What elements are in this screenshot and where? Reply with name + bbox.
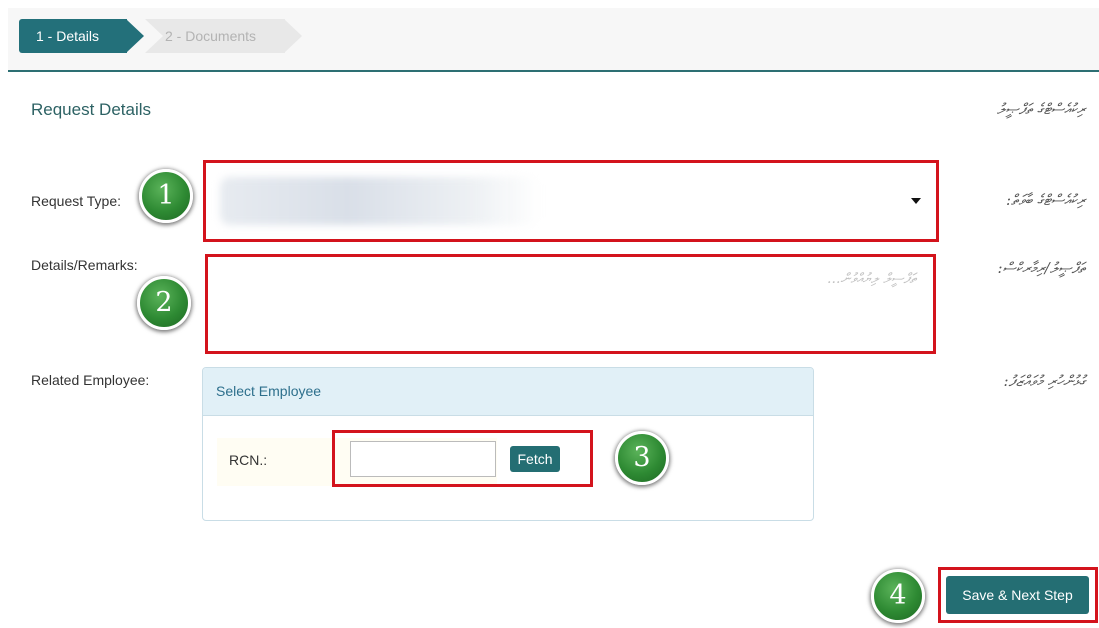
request-type-label-dhivehi: ރިކުއެސްޓްގެ ބާވަތް: bbox=[1005, 191, 1085, 209]
step-badge-2: 2 bbox=[137, 276, 191, 330]
panel-title: Select Employee bbox=[216, 383, 322, 399]
step-badge-3: 3 bbox=[615, 431, 669, 485]
related-employee-label: Related Employee: bbox=[31, 372, 150, 388]
highlight-box-request-type bbox=[203, 160, 939, 242]
request-type-label: Request Type: bbox=[31, 193, 122, 209]
section-title-dhivehi: ރިކުއެސްޓްގެ ތަފްޞީލު bbox=[996, 100, 1085, 118]
panel-header: Select Employee bbox=[203, 368, 813, 416]
step-notch bbox=[145, 19, 163, 53]
step-arrow bbox=[126, 19, 144, 53]
step-badge-4: 4 bbox=[871, 569, 925, 623]
highlight-box-details bbox=[205, 254, 936, 354]
section-title: Request Details bbox=[31, 100, 152, 119]
wizard-header: 1 - Details 2 - Documents bbox=[8, 8, 1099, 72]
step-arrow bbox=[284, 19, 302, 53]
wizard-step-label: 1 - Details bbox=[19, 19, 127, 53]
rcn-label: RCN.: bbox=[229, 452, 268, 468]
details-label: Details/Remarks: bbox=[31, 257, 138, 273]
highlight-box-rcn bbox=[332, 430, 593, 487]
highlight-box-save bbox=[938, 567, 1098, 623]
wizard-step-documents[interactable]: 2 - Documents bbox=[145, 19, 305, 53]
wizard-step-details[interactable]: 1 - Details bbox=[19, 19, 145, 53]
related-employee-label-dhivehi: ގުޅުންހުރި މުވައްޒަފު: bbox=[1003, 372, 1085, 390]
step-badge-1: 1 bbox=[139, 169, 193, 223]
details-label-dhivehi: ތަފްޞީލު/ރިމާރކްސް: bbox=[997, 259, 1086, 277]
wizard-step-label: 2 - Documents bbox=[145, 19, 285, 53]
